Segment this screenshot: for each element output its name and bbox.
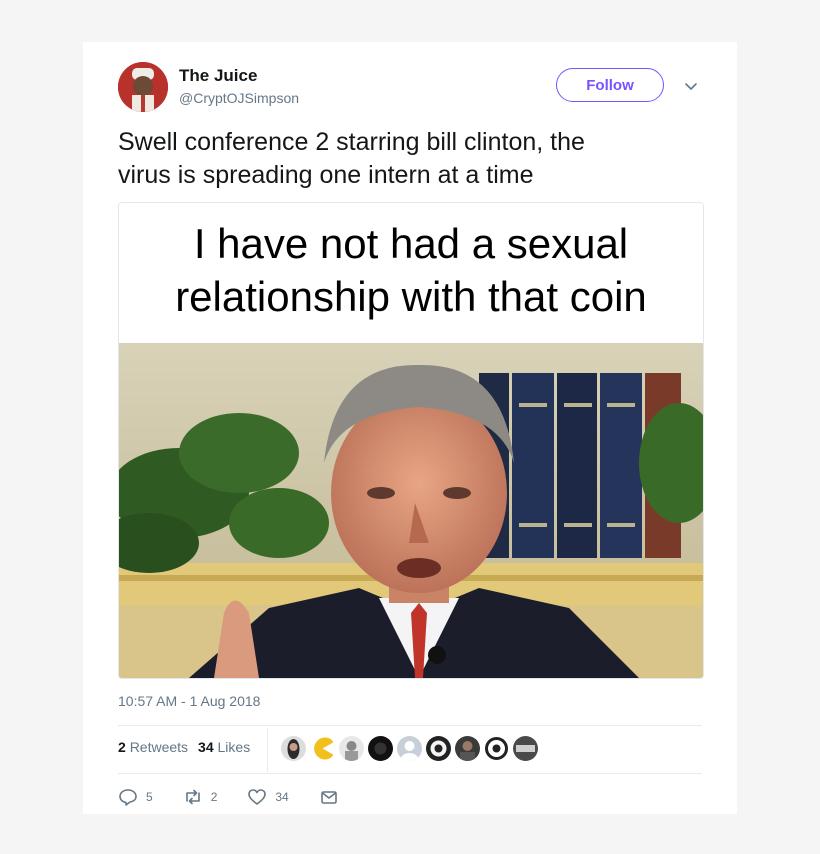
retweet-icon	[185, 789, 200, 805]
retweets-count: 2	[118, 739, 126, 755]
liker-avatar[interactable]	[310, 736, 335, 761]
engagement-stats: 2 Retweets 34 Likes	[118, 739, 250, 755]
liker-avatar[interactable]	[339, 736, 364, 761]
liker-avatar[interactable]	[426, 736, 451, 761]
tweet-media[interactable]: I have not had a sexual relationship wit…	[118, 202, 704, 679]
retweets-stat[interactable]: 2 Retweets	[118, 739, 188, 755]
divider	[267, 728, 268, 772]
liker-avatars	[281, 736, 538, 761]
divider	[118, 773, 702, 774]
tweet-text-line: virus is spreading one intern at a time	[118, 161, 534, 189]
author-avatar[interactable]	[118, 62, 168, 112]
like-count: 34	[275, 790, 289, 804]
tweet-card: The Juice @CryptOJSimpson Follow Swell c…	[83, 42, 737, 814]
retweet-count: 2	[210, 790, 218, 804]
author-handle[interactable]: @CryptOJSimpson	[179, 90, 299, 106]
author-name[interactable]: The Juice	[179, 66, 257, 86]
likes-count: 34	[198, 739, 214, 755]
tweet-timestamp[interactable]: 10:57 AM - 1 Aug 2018	[118, 693, 260, 709]
direct-message-button[interactable]	[319, 787, 339, 807]
retweet-button[interactable]: 2	[183, 787, 218, 807]
likes-label: Likes	[217, 739, 251, 755]
envelope-icon	[320, 791, 337, 804]
reply-button[interactable]: 5	[118, 787, 153, 807]
tweet-text: Swell conference 2 starring bill clinton…	[118, 126, 708, 192]
chevron-down-icon[interactable]	[683, 78, 699, 94]
meme-caption: I have not had a sexual relationship wit…	[119, 217, 703, 323]
retweets-label: Retweets	[129, 739, 189, 755]
liker-avatar[interactable]	[368, 736, 393, 761]
liker-avatar[interactable]	[513, 736, 538, 761]
liker-avatar[interactable]	[281, 736, 306, 761]
heart-icon	[248, 789, 267, 805]
divider	[118, 725, 702, 726]
follow-button[interactable]: Follow	[556, 68, 664, 102]
meme-photo	[119, 343, 703, 678]
tweet-actions: 5 2 34	[118, 787, 369, 807]
meme-caption-line: relationship with that coin	[175, 273, 647, 320]
likes-stat[interactable]: 34 Likes	[198, 739, 250, 755]
meme-caption-line: I have not had a sexual	[193, 220, 629, 267]
tweet-text-line: Swell conference 2 starring bill clinton…	[118, 128, 585, 156]
like-button[interactable]: 34	[247, 787, 289, 807]
reply-icon	[119, 789, 137, 806]
liker-avatar[interactable]	[455, 736, 480, 761]
liker-avatar[interactable]	[397, 736, 422, 761]
liker-avatar[interactable]	[484, 736, 509, 761]
reply-count: 5	[146, 790, 153, 804]
